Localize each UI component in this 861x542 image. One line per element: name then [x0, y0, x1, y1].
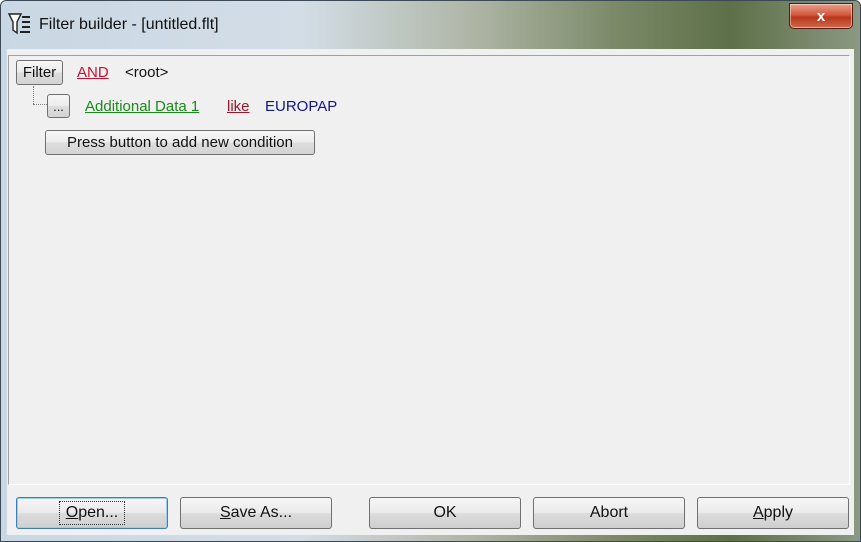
abort-button[interactable]: Abort — [533, 497, 685, 529]
condition-comparator-link[interactable]: like — [227, 98, 250, 115]
close-icon: x — [816, 7, 826, 25]
filter-tree-panel[interactable]: Filter AND <root> ... Additional Data 1 … — [8, 55, 850, 485]
apply-button[interactable]: Apply — [697, 497, 849, 529]
tree-connector-vertical — [33, 86, 34, 104]
dialog-client-area: Filter AND <root> ... Additional Data 1 … — [7, 49, 854, 535]
condition-field-link[interactable]: Additional Data 1 — [85, 98, 199, 115]
filter-builder-window: Filter builder - [untitled.flt] x Filter… — [0, 0, 861, 542]
root-node-label: <root> — [125, 64, 169, 81]
condition-value[interactable]: EUROPAP — [265, 98, 337, 115]
open-button[interactable]: Open... — [16, 497, 168, 529]
filter-funnel-icon — [7, 11, 33, 37]
root-operator-link[interactable]: AND — [77, 64, 109, 81]
condition-menu-button[interactable]: ... — [47, 94, 70, 118]
add-condition-button[interactable]: Press button to add new condition — [45, 130, 315, 155]
title-bar[interactable]: Filter builder - [untitled.flt] x — [1, 1, 860, 49]
close-button[interactable]: x — [789, 3, 853, 29]
ok-button[interactable]: OK — [369, 497, 521, 529]
window-title: Filter builder - [untitled.flt] — [39, 16, 219, 33]
filter-root-button[interactable]: Filter — [16, 60, 63, 85]
save-as-button[interactable]: Save As... — [180, 497, 332, 529]
